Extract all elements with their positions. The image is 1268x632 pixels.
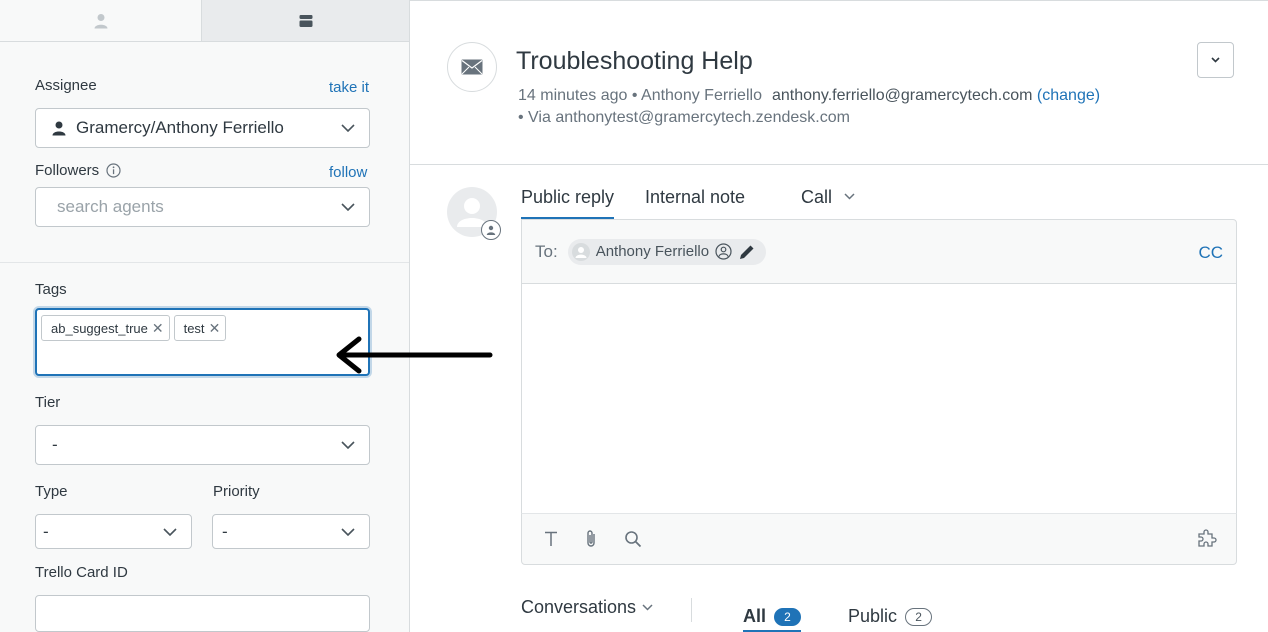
tab-ticket[interactable] bbox=[201, 0, 409, 41]
section-divider bbox=[0, 262, 409, 263]
tag-label: test bbox=[183, 320, 205, 336]
person-icon bbox=[52, 121, 66, 135]
chevron-down-icon bbox=[844, 193, 855, 200]
conversations-label: Conversations bbox=[521, 597, 637, 617]
chevron-down-icon bbox=[642, 604, 653, 611]
chevron-down-icon bbox=[341, 124, 355, 132]
composer-toolbar bbox=[522, 514, 1236, 564]
pencil-icon[interactable] bbox=[738, 243, 756, 261]
ticket-sidebar: Assignee take it Gramercy/Anthony Ferrie… bbox=[0, 0, 410, 632]
followers-label-group: Followers bbox=[35, 162, 121, 179]
ticket-via: • Via anthonytest@gramercytech.zendesk.c… bbox=[518, 109, 850, 126]
chevron-down-icon bbox=[341, 203, 355, 211]
conversations-dropdown[interactable]: Conversations bbox=[521, 597, 653, 618]
cc-link[interactable]: CC bbox=[1198, 243, 1223, 263]
follow-link[interactable]: follow bbox=[329, 164, 367, 181]
tag-label: ab_suggest_true bbox=[51, 320, 148, 336]
text-format-icon[interactable] bbox=[544, 531, 558, 547]
filter-all[interactable]: All 2 bbox=[743, 600, 802, 632]
type-label: Type bbox=[35, 483, 68, 500]
assignee-label: Assignee bbox=[35, 77, 97, 94]
followers-select[interactable]: search agents bbox=[35, 187, 370, 227]
type-select[interactable]: - bbox=[35, 514, 192, 549]
followers-label: Followers bbox=[35, 162, 100, 179]
ticket-time-author: 14 minutes ago • Anthony Ferriello bbox=[518, 87, 762, 104]
ticket-main: Troubleshooting Help 14 minutes ago • An… bbox=[410, 0, 1268, 632]
ticket-title: Troubleshooting Help bbox=[516, 47, 753, 75]
filter-public[interactable]: Public 2 bbox=[848, 600, 933, 632]
tier-select[interactable]: - bbox=[35, 425, 370, 465]
recipient-chip[interactable]: Anthony Ferriello bbox=[567, 238, 767, 265]
tab-internal-note[interactable]: Internal note bbox=[645, 187, 745, 219]
person-circle-icon bbox=[486, 225, 496, 235]
info-icon[interactable] bbox=[106, 163, 121, 178]
trello-card-input[interactable] bbox=[35, 595, 370, 632]
type-value: - bbox=[43, 521, 49, 541]
tag-chip: test ✕ bbox=[173, 315, 227, 341]
card-icon bbox=[299, 14, 312, 27]
envelope-icon bbox=[461, 59, 483, 75]
reply-composer: To: Anthony Ferriello CC bbox=[521, 219, 1237, 565]
recipient-name: Anthony Ferriello bbox=[595, 243, 710, 260]
person-icon bbox=[94, 13, 107, 28]
avatar-icon bbox=[571, 242, 590, 261]
priority-label: Priority bbox=[213, 483, 260, 500]
change-requester-link[interactable]: (change) bbox=[1037, 87, 1100, 104]
tier-value: - bbox=[52, 435, 58, 454]
tab-user[interactable] bbox=[0, 0, 201, 41]
reply-editor[interactable] bbox=[521, 283, 1237, 514]
header-divider bbox=[410, 164, 1268, 165]
requester-email: anthony.ferriello@gramercytech.com bbox=[771, 87, 1033, 104]
to-label: To: bbox=[535, 241, 558, 261]
tags-input[interactable]: ab_suggest_true ✕ test ✕ bbox=[35, 308, 370, 376]
tier-label: Tier bbox=[35, 394, 61, 411]
filter-all-count: 2 bbox=[774, 607, 802, 626]
attachment-icon[interactable] bbox=[584, 529, 598, 549]
ticket-meta: 14 minutes ago • Anthony Ferriello anthon… bbox=[518, 85, 1100, 129]
tab-call-label: Call bbox=[801, 187, 833, 207]
person-circle-icon bbox=[715, 243, 732, 260]
annotation-arrow bbox=[336, 336, 493, 374]
tags-label: Tags bbox=[35, 281, 67, 298]
ticket-options-button[interactable] bbox=[1197, 42, 1234, 78]
take-it-link[interactable]: take it bbox=[329, 79, 369, 96]
assignee-value: Gramercy/Anthony Ferriello bbox=[76, 118, 284, 137]
trello-card-label: Trello Card ID bbox=[35, 564, 128, 581]
recipients-row: To: Anthony Ferriello CC bbox=[522, 220, 1236, 283]
tag-chip: ab_suggest_true ✕ bbox=[41, 315, 170, 341]
sidebar-tabs bbox=[0, 0, 409, 42]
channel-avatar bbox=[447, 42, 497, 92]
chevron-down-icon bbox=[1211, 57, 1220, 63]
tab-public-reply[interactable]: Public reply bbox=[521, 187, 615, 220]
priority-select[interactable]: - bbox=[212, 514, 370, 549]
search-icon[interactable] bbox=[624, 530, 642, 548]
chevron-down-icon bbox=[163, 527, 177, 536]
filter-all-label: All bbox=[743, 606, 767, 626]
chevron-down-icon bbox=[341, 441, 355, 449]
end-user-badge bbox=[481, 220, 501, 240]
assignee-select[interactable]: Gramercy/Anthony Ferriello bbox=[35, 108, 370, 148]
remove-tag-icon[interactable]: ✕ bbox=[209, 320, 221, 337]
chevron-down-icon bbox=[341, 527, 355, 536]
filter-separator bbox=[691, 598, 692, 622]
tab-call[interactable]: Call bbox=[801, 187, 855, 219]
followers-placeholder: search agents bbox=[57, 197, 164, 216]
remove-tag-icon[interactable]: ✕ bbox=[152, 320, 164, 337]
filter-public-count: 2 bbox=[905, 607, 933, 626]
puzzle-icon[interactable] bbox=[1198, 529, 1218, 547]
filter-public-label: Public bbox=[848, 606, 898, 626]
priority-value: - bbox=[222, 521, 228, 541]
